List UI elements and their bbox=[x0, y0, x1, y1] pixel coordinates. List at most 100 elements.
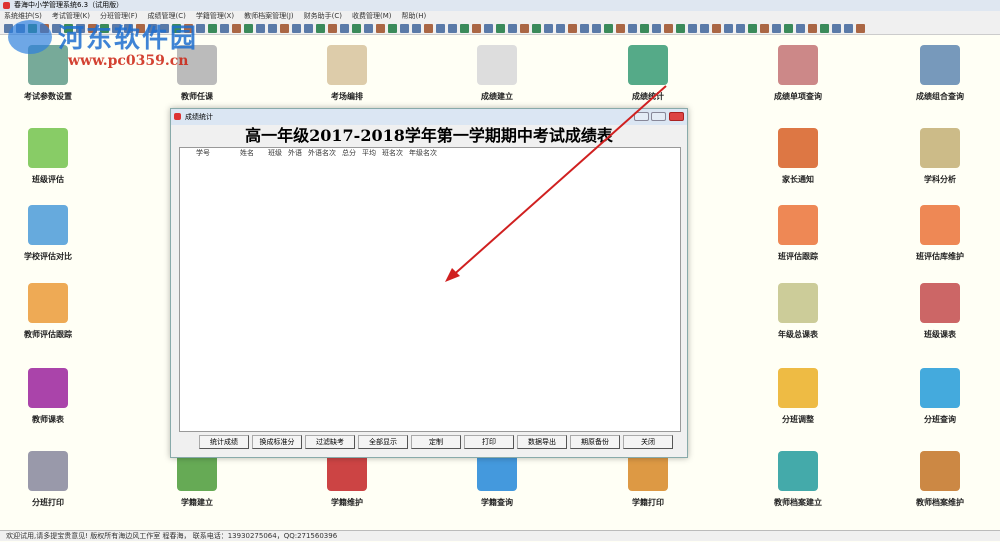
module-tile[interactable]: 学籍打印 bbox=[588, 451, 708, 508]
toolbar-button-icon[interactable] bbox=[700, 24, 709, 33]
module-tile[interactable]: 学籍建立 bbox=[137, 451, 257, 508]
toolbar-button-icon[interactable] bbox=[256, 24, 265, 33]
toolbar-button-icon[interactable] bbox=[652, 24, 661, 33]
module-tile[interactable]: 教师档案建立 bbox=[738, 451, 858, 508]
minimize-button[interactable] bbox=[634, 112, 649, 121]
module-tile[interactable]: 班评估跟踪 bbox=[738, 205, 858, 262]
toolbar-button-icon[interactable] bbox=[760, 24, 769, 33]
toolbar-button-icon[interactable] bbox=[736, 24, 745, 33]
toolbar-button-icon[interactable] bbox=[400, 24, 409, 33]
toolbar-button-icon[interactable] bbox=[208, 24, 217, 33]
toolbar-button-icon[interactable] bbox=[412, 24, 421, 33]
column-header[interactable]: 班名次 bbox=[382, 148, 403, 158]
module-tile[interactable]: 班级课表 bbox=[880, 283, 1000, 340]
menu-item[interactable]: 收费管理(M) bbox=[352, 11, 392, 22]
module-tile[interactable]: 教师评估跟踪 bbox=[0, 283, 108, 340]
toolbar-button-icon[interactable] bbox=[280, 24, 289, 33]
toolbar-button-icon[interactable] bbox=[484, 24, 493, 33]
toolbar-button-icon[interactable] bbox=[676, 24, 685, 33]
toolbar-button-icon[interactable] bbox=[388, 24, 397, 33]
module-tile[interactable]: 成绩建立 bbox=[437, 45, 557, 102]
column-header[interactable]: 姓名 bbox=[240, 148, 254, 158]
toolbar-button-icon[interactable] bbox=[232, 24, 241, 33]
module-tile[interactable]: 分班打印 bbox=[0, 451, 108, 508]
module-tile[interactable]: 教师课表 bbox=[0, 368, 108, 425]
toolbar-button-icon[interactable] bbox=[784, 24, 793, 33]
toolbar-button-icon[interactable] bbox=[796, 24, 805, 33]
toolbar-button-icon[interactable] bbox=[244, 24, 253, 33]
toolbar-button-icon[interactable] bbox=[664, 24, 673, 33]
column-header[interactable]: 外语名次 bbox=[308, 148, 336, 158]
column-header[interactable]: 外语 bbox=[288, 148, 302, 158]
toolbar-button-icon[interactable] bbox=[724, 24, 733, 33]
module-tile[interactable]: 年级总课表 bbox=[738, 283, 858, 340]
toolbar-button-icon[interactable] bbox=[832, 24, 841, 33]
toolbar-button-icon[interactable] bbox=[592, 24, 601, 33]
toolbar-button-icon[interactable] bbox=[424, 24, 433, 33]
toolbar-button-icon[interactable] bbox=[688, 24, 697, 33]
column-header[interactable]: 平均 bbox=[362, 148, 376, 158]
dialog-button[interactable]: 全部显示 bbox=[358, 435, 408, 449]
toolbar-button-icon[interactable] bbox=[448, 24, 457, 33]
toolbar-button-icon[interactable] bbox=[532, 24, 541, 33]
module-tile[interactable]: 班评估库维护 bbox=[880, 205, 1000, 262]
toolbar-button-icon[interactable] bbox=[820, 24, 829, 33]
toolbar-button-icon[interactable] bbox=[472, 24, 481, 33]
toolbar-button-icon[interactable] bbox=[748, 24, 757, 33]
module-tile[interactable]: 教师档案维护 bbox=[880, 451, 1000, 508]
toolbar-button-icon[interactable] bbox=[556, 24, 565, 33]
module-tile[interactable]: 成绩组合查询 bbox=[880, 45, 1000, 102]
module-tile[interactable]: 家长通知 bbox=[738, 128, 858, 185]
module-tile[interactable]: 考场编排 bbox=[287, 45, 407, 102]
toolbar-button-icon[interactable] bbox=[544, 24, 553, 33]
toolbar-button-icon[interactable] bbox=[604, 24, 613, 33]
toolbar-button-icon[interactable] bbox=[316, 24, 325, 33]
dialog-button[interactable]: 统计成绩 bbox=[199, 435, 249, 449]
toolbar-button-icon[interactable] bbox=[856, 24, 865, 33]
close-window-button[interactable] bbox=[669, 112, 684, 121]
module-tile[interactable]: 班级评估 bbox=[0, 128, 108, 185]
module-tile[interactable]: 分班调整 bbox=[738, 368, 858, 425]
toolbar-button-icon[interactable] bbox=[352, 24, 361, 33]
menu-item[interactable]: 财务助手(C) bbox=[304, 11, 342, 22]
score-table[interactable]: 学号 姓名 班级 外语 外语名次 总分 平均 班名次 年级名次 bbox=[179, 147, 681, 432]
toolbar-button-icon[interactable] bbox=[460, 24, 469, 33]
dialog-button[interactable]: 换成标准分 bbox=[252, 435, 302, 449]
module-tile[interactable]: 成绩单项查询 bbox=[738, 45, 858, 102]
toolbar-button-icon[interactable] bbox=[220, 24, 229, 33]
toolbar-button-icon[interactable] bbox=[628, 24, 637, 33]
toolbar-button-icon[interactable] bbox=[844, 24, 853, 33]
dialog-button[interactable]: 定制 bbox=[411, 435, 461, 449]
toolbar-button-icon[interactable] bbox=[508, 24, 517, 33]
toolbar-button-icon[interactable] bbox=[292, 24, 301, 33]
column-header[interactable]: 总分 bbox=[342, 148, 356, 158]
toolbar-button-icon[interactable] bbox=[580, 24, 589, 33]
toolbar-button-icon[interactable] bbox=[808, 24, 817, 33]
toolbar-button-icon[interactable] bbox=[268, 24, 277, 33]
menu-item[interactable]: 学籍管理(X) bbox=[196, 11, 234, 22]
column-header[interactable]: 年级名次 bbox=[409, 148, 437, 158]
toolbar-button-icon[interactable] bbox=[640, 24, 649, 33]
toolbar-button-icon[interactable] bbox=[340, 24, 349, 33]
menu-item[interactable]: 教师档案管理(J) bbox=[244, 11, 294, 22]
module-tile[interactable]: 学籍查询 bbox=[437, 451, 557, 508]
toolbar-button-icon[interactable] bbox=[568, 24, 577, 33]
module-tile[interactable]: 分班查询 bbox=[880, 368, 1000, 425]
dialog-button[interactable]: 数据导出 bbox=[517, 435, 567, 449]
module-tile[interactable]: 成绩统计 bbox=[588, 45, 708, 102]
maximize-button[interactable] bbox=[651, 112, 666, 121]
module-tile[interactable]: 学校评估对比 bbox=[0, 205, 108, 262]
toolbar-button-icon[interactable] bbox=[328, 24, 337, 33]
menu-item[interactable]: 帮助(H) bbox=[402, 11, 427, 22]
dialog-button[interactable]: 关闭 bbox=[623, 435, 673, 449]
dialog-button[interactable]: 期原备份 bbox=[570, 435, 620, 449]
toolbar-button-icon[interactable] bbox=[376, 24, 385, 33]
module-tile[interactable]: 学籍维护 bbox=[287, 451, 407, 508]
dialog-button[interactable]: 过滤缺考 bbox=[305, 435, 355, 449]
toolbar-button-icon[interactable] bbox=[436, 24, 445, 33]
dialog-button[interactable]: 打印 bbox=[464, 435, 514, 449]
toolbar-button-icon[interactable] bbox=[520, 24, 529, 33]
toolbar-button-icon[interactable] bbox=[616, 24, 625, 33]
column-header[interactable]: 学号 bbox=[196, 148, 210, 158]
column-header[interactable]: 班级 bbox=[268, 148, 282, 158]
